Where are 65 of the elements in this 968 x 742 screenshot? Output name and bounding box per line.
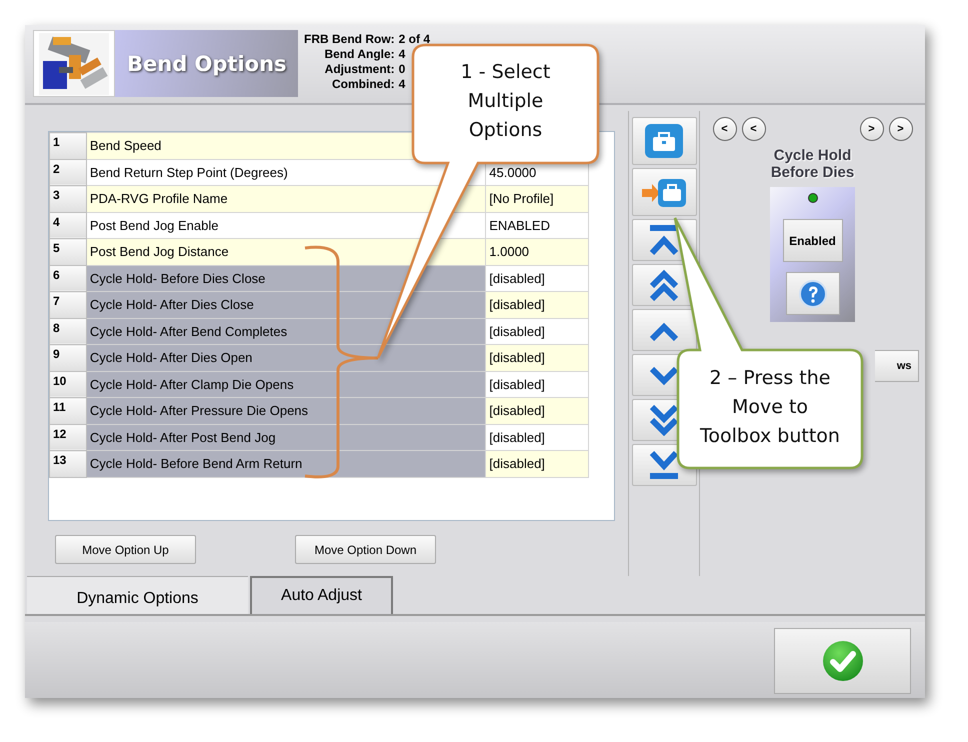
row-header[interactable]: 13	[50, 450, 86, 477]
help-icon	[798, 280, 826, 308]
help-button[interactable]	[786, 272, 840, 315]
field-label: FRB Bend Row:	[304, 32, 395, 47]
field-label: Combined:	[330, 77, 395, 92]
table-cell[interactable]: [disabled]	[486, 292, 588, 318]
table-cell[interactable]: Cycle Hold- After Dies Close	[86, 292, 486, 318]
row-header[interactable]: 6	[50, 265, 86, 292]
table-cell[interactable]: [No Profile]	[486, 186, 588, 212]
row-header[interactable]: 2	[50, 159, 86, 186]
tab[interactable]: Dynamic Options	[27, 576, 248, 614]
checkmark-icon	[822, 640, 864, 682]
row-header[interactable]: 8	[50, 318, 86, 344]
table-cell[interactable]: [disabled]	[486, 265, 588, 292]
toolbar-button[interactable]	[632, 168, 696, 216]
state-button[interactable]: Enabled	[782, 219, 842, 262]
table-cell[interactable]: [disabled]	[486, 318, 588, 344]
row-header[interactable]: 9	[50, 344, 86, 371]
table-cell[interactable]: Cycle Hold- Before Bend Arm Return	[86, 450, 486, 477]
toolbar-button[interactable]	[632, 117, 696, 165]
tab[interactable]: Auto Adjust	[250, 576, 393, 614]
field-label: Adjustment:	[324, 62, 395, 77]
table-cell[interactable]: Cycle Hold- After Post Bend Jog	[86, 424, 486, 450]
row-header[interactable]: 12	[50, 424, 86, 450]
row-header[interactable]: 3	[50, 186, 86, 212]
field-value: 4	[398, 47, 406, 62]
table-cell[interactable]: [disabled]	[486, 344, 588, 371]
next-button[interactable]: >	[860, 117, 884, 141]
table-cell[interactable]: Cycle Hold- After Pressure Die Opens	[86, 398, 486, 424]
field-value: 2 of 4	[398, 32, 430, 47]
field-label: Bend Angle:	[323, 47, 395, 62]
move-top-icon	[647, 223, 681, 257]
previous-button[interactable]: <	[712, 117, 736, 141]
row-header[interactable]: 10	[50, 371, 86, 398]
views-button[interactable]: ws	[874, 350, 918, 382]
callout-tooltip-text: 2 – Press the Move to Toolbox button	[699, 366, 841, 449]
move-option-button[interactable]: Move Option Up	[55, 535, 196, 564]
table-cell[interactable]: [disabled]	[486, 424, 588, 450]
table-cell[interactable]: 1.0000	[486, 238, 588, 265]
row-header[interactable]: 7	[50, 292, 86, 318]
row-header[interactable]: 4	[50, 212, 86, 238]
double-up-icon	[647, 268, 681, 302]
table-cell[interactable]: Post Bend Jog Enable	[86, 212, 486, 238]
table-cell[interactable]: Cycle Hold- After Clamp Die Opens	[86, 371, 486, 398]
previous-button[interactable]: <	[742, 117, 766, 141]
row-header[interactable]: 5	[50, 238, 86, 265]
screen-title: Bend Options	[127, 52, 287, 76]
table-cell[interactable]: Cycle Hold- After Dies Open	[86, 344, 486, 371]
move-option-button[interactable]: Move Option Down	[295, 535, 436, 564]
table-cell[interactable]: [disabled]	[486, 450, 588, 477]
table-cell[interactable]: Cycle Hold- Before Dies Close	[86, 265, 486, 292]
row-header[interactable]: 1	[50, 132, 86, 159]
toolbar-button[interactable]	[632, 309, 696, 351]
row-header[interactable]: 11	[50, 398, 86, 424]
field-value: 0	[398, 62, 406, 77]
table-cell[interactable]: ENABLED	[486, 212, 588, 238]
next-button[interactable]: >	[888, 117, 912, 141]
ok-button[interactable]	[774, 628, 911, 694]
table-cell[interactable]: [disabled]	[486, 398, 588, 424]
field-value: 4	[398, 77, 406, 92]
option-title: Cycle Hold Before Dies	[770, 147, 856, 181]
table-cell[interactable]: Cycle Hold- After Bend Completes	[86, 318, 486, 344]
table-cell[interactable]: Post Bend Jog Distance	[86, 238, 486, 265]
move-bottom-icon	[647, 449, 681, 481]
table-cell[interactable]: [disabled]	[486, 371, 588, 398]
